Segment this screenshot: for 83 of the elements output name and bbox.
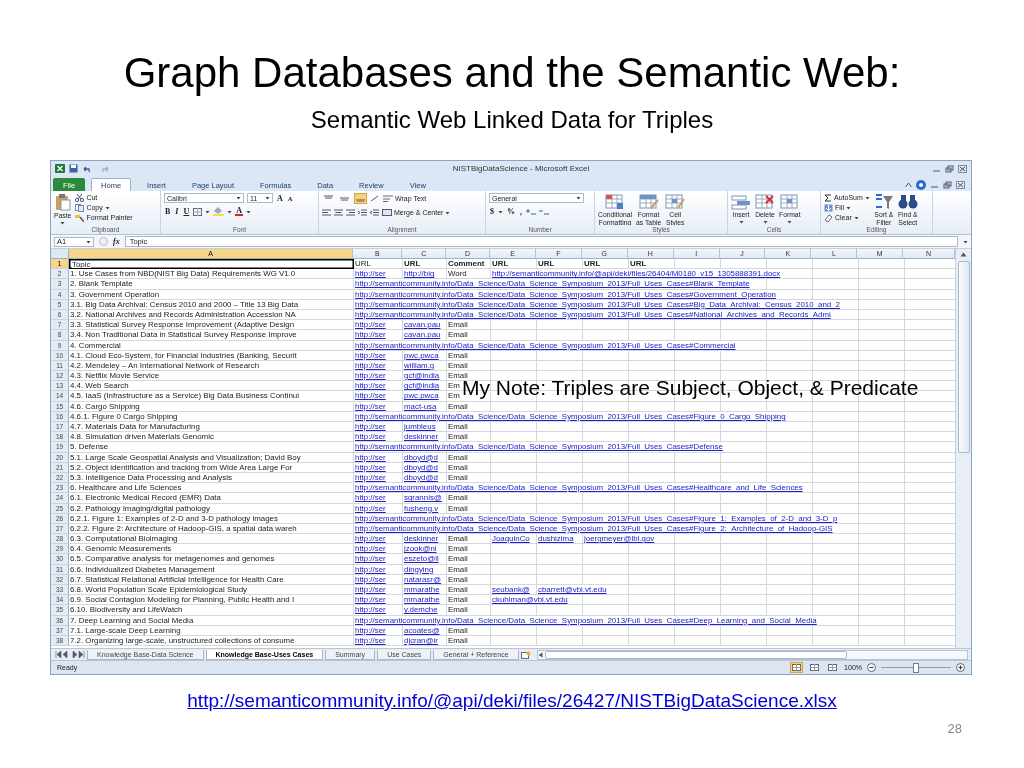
zoom-out-icon <box>867 663 876 672</box>
zoom-in-icon <box>956 663 965 672</box>
left-arrow-icon <box>537 651 543 658</box>
caret-icon <box>576 196 581 200</box>
insert-cells-icon <box>731 193 751 210</box>
caret-icon <box>236 196 241 200</box>
cell-styles-icon <box>665 193 686 210</box>
caret-icon <box>86 239 91 244</box>
restore-icon <box>945 164 954 173</box>
caret-icon <box>227 209 233 214</box>
sigma-icon <box>824 193 832 202</box>
left-align-icon <box>322 209 331 216</box>
help-icon <box>916 179 926 190</box>
caret-icon <box>963 239 968 244</box>
align-button[interactable] <box>354 193 367 204</box>
orientation-icon <box>370 195 380 202</box>
close-icon <box>958 164 967 173</box>
horizontal-scrollbar[interactable] <box>536 649 968 660</box>
caret-icon <box>738 219 744 224</box>
close-icon <box>956 180 965 189</box>
slide-subtitle: Semantic Web Linked Data for Triples <box>309 105 715 135</box>
view-button[interactable] <box>808 662 822 673</box>
select-all-corner[interactable] <box>51 249 69 259</box>
restore-icon <box>943 180 952 189</box>
increase-decimal-icon <box>526 208 536 215</box>
sheet-nav-icon <box>55 651 85 658</box>
caret-icon <box>762 219 768 224</box>
conditional-format-icon <box>605 193 625 210</box>
indent-icon <box>358 209 367 216</box>
caret-icon <box>104 205 110 210</box>
scissors-icon <box>75 193 85 202</box>
vertical-scrollbar[interactable] <box>955 249 971 648</box>
normal-view-icon <box>792 664 802 671</box>
delete-cells-icon <box>755 193 775 210</box>
grow-font-button[interactable]: A <box>276 193 284 203</box>
caret-icon <box>205 209 211 214</box>
font-style-button[interactable]: U <box>182 207 191 216</box>
fill-color-icon <box>213 207 225 216</box>
right-align-icon <box>346 209 355 216</box>
caret-icon <box>246 209 252 214</box>
caret-icon <box>265 196 270 200</box>
percent-button[interactable]: % <box>506 207 516 216</box>
clipboard-icon <box>54 193 71 211</box>
decrease-decimal-icon <box>539 208 549 215</box>
eraser-icon <box>824 213 833 222</box>
indent-icon <box>370 209 379 216</box>
insert-sheet-icon <box>520 650 531 659</box>
caret-icon <box>864 195 870 200</box>
format-cells-icon <box>779 193 800 210</box>
up-arrow-icon <box>960 252 967 257</box>
font-style-button[interactable]: I <box>174 207 180 216</box>
caret-icon <box>787 219 793 224</box>
excel-logo-icon <box>55 164 65 173</box>
view-button[interactable] <box>790 662 804 673</box>
caret-icon <box>60 220 66 225</box>
page-break-icon <box>828 664 838 671</box>
link[interactable]: http://semanticommunity.info/@api/deki/files/26427/NISTBigDataScience.xlsx <box>187 690 837 711</box>
paintbrush-icon <box>75 213 85 222</box>
collapse-ribbon-icon <box>905 181 912 188</box>
font-color-button[interactable]: A <box>235 207 244 216</box>
table-format-icon <box>638 193 659 210</box>
currency-button[interactable]: $ <box>489 207 495 216</box>
wrap-icon <box>383 195 393 202</box>
comma-button[interactable]: , <box>519 207 523 216</box>
function-label[interactable]: fx <box>113 237 120 246</box>
copy-icon <box>75 203 85 212</box>
align-icon <box>324 195 333 202</box>
font-style-button[interactable]: B <box>164 207 172 216</box>
caret-icon <box>498 209 503 214</box>
view-button[interactable] <box>826 662 840 673</box>
merge-icon <box>382 209 392 216</box>
center-align-icon <box>334 209 343 216</box>
save-icon <box>69 164 78 173</box>
page-number: 28 <box>947 721 962 737</box>
sort-filter-icon <box>873 193 894 210</box>
align-icon <box>340 195 349 202</box>
binoculars-icon <box>897 193 918 210</box>
fill-down-icon <box>824 203 833 212</box>
caret-icon <box>445 210 451 215</box>
page-layout-icon <box>810 664 820 671</box>
window-title: NISTBigDataScience - Microsoft Excel <box>451 164 591 173</box>
slide-title: Graph Databases and the Semantic Web: <box>122 48 902 98</box>
border-icon <box>193 207 203 216</box>
